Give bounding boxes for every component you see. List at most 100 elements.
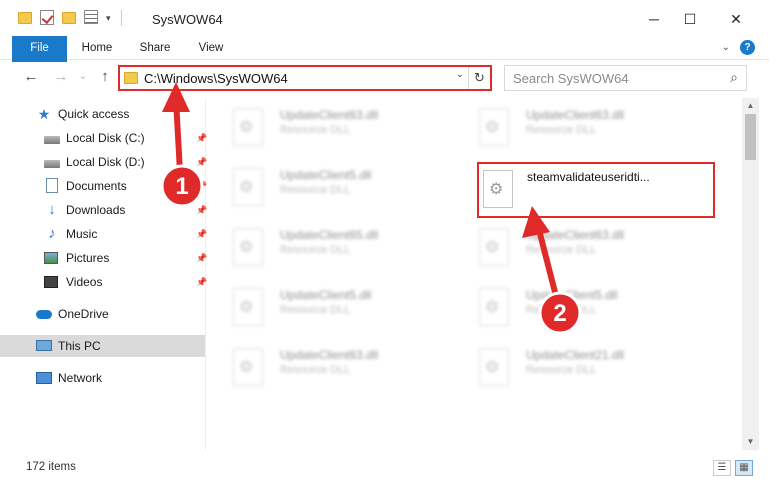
- search-icon[interactable]: ⌕: [730, 69, 738, 86]
- large-icons-view-icon[interactable]: ▦: [735, 460, 753, 476]
- pin-icon[interactable]: 📌: [196, 247, 207, 269]
- sidebar-item-label: OneDrive: [58, 307, 109, 321]
- onedrive-icon: [36, 306, 52, 322]
- pin-icon[interactable]: 📌: [196, 151, 207, 173]
- sidebar-item-pictures[interactable]: Pictures 📌: [0, 247, 207, 269]
- file-name: UpdateClient5.dll: [526, 288, 618, 302]
- music-icon: ♪: [48, 225, 56, 242]
- file-type: Resource DLL: [280, 124, 351, 136]
- sidebar-item-network[interactable]: Network: [0, 367, 206, 389]
- address-path[interactable]: C:\Windows\SysWOW64: [144, 71, 288, 86]
- file-name: UpdateClient65.dll: [280, 228, 379, 242]
- dll-file-icon: [483, 170, 513, 208]
- file-item[interactable]: UpdateClient63.dll Resource DLL: [207, 342, 437, 392]
- pin-icon[interactable]: 📌: [196, 223, 207, 245]
- disk-icon: [44, 154, 60, 170]
- details-view-icon[interactable]: ☰: [713, 460, 731, 476]
- back-button[interactable]: ←: [20, 66, 42, 88]
- navigation-pane: ★ Quick access Local Disk (C:) 📌 Local D…: [0, 98, 207, 450]
- highlighted-file-item[interactable]: steamvalidateuseridti...: [477, 162, 715, 218]
- dll-file-icon: [479, 228, 509, 266]
- pin-icon[interactable]: 📌: [196, 127, 207, 149]
- vertical-scrollbar[interactable]: ▲ ▼: [742, 98, 759, 450]
- pin-icon[interactable]: 📌: [196, 175, 207, 197]
- dll-file-icon: [233, 168, 263, 206]
- pin-icon[interactable]: 📌: [196, 199, 207, 221]
- sidebar-item-videos[interactable]: Videos 📌: [0, 271, 207, 293]
- file-name: UpdateClient63.dll: [280, 108, 379, 122]
- properties-check-icon[interactable]: [40, 10, 56, 26]
- file-item[interactable]: UpdateClient65.dll Resource DLL: [207, 222, 437, 272]
- sidebar-item-onedrive[interactable]: OneDrive: [0, 303, 206, 325]
- title-bar: ▾ SysWOW64 ─ ☐ ✕: [0, 0, 769, 38]
- file-name: UpdateClient21.dll: [526, 348, 625, 362]
- folder-icon[interactable]: [18, 10, 34, 26]
- scroll-up-icon[interactable]: ▲: [742, 98, 759, 114]
- close-button[interactable]: ✕: [713, 0, 759, 38]
- refresh-icon[interactable]: ↻: [468, 67, 490, 89]
- tab-share[interactable]: Share: [130, 36, 180, 60]
- dll-file-icon: [233, 288, 263, 326]
- status-bar: 172 items ☰ ▦: [0, 458, 769, 480]
- tab-view[interactable]: View: [186, 36, 236, 60]
- sidebar-item-music[interactable]: ♪ Music 📌: [0, 223, 207, 245]
- folder-icon: [124, 72, 138, 84]
- file-item[interactable]: UpdateClient21.dll Resource DLL: [453, 342, 683, 392]
- file-name: UpdateClient63.dll: [526, 108, 625, 122]
- file-item[interactable]: UpdateClient5.dll Resource DLL: [453, 282, 683, 332]
- dll-file-icon: [479, 348, 509, 386]
- file-type: Resource DLL: [280, 244, 351, 256]
- address-bar[interactable]: C:\Windows\SysWOW64 ⌄ ↻: [118, 65, 492, 91]
- this-pc-icon: [36, 338, 52, 354]
- sidebar-item-local-disk-d[interactable]: Local Disk (D:) 📌: [0, 151, 207, 173]
- scroll-down-icon[interactable]: ▼: [742, 434, 759, 450]
- file-name: UpdateClient5.dll: [280, 288, 372, 302]
- sidebar-item-label: Local Disk (D:): [66, 155, 145, 169]
- sidebar-item-label: This PC: [58, 339, 101, 353]
- sidebar-item-local-disk-c[interactable]: Local Disk (C:) 📌: [0, 127, 207, 149]
- help-icon[interactable]: ?: [740, 40, 755, 55]
- tab-home[interactable]: Home: [72, 36, 122, 60]
- up-button[interactable]: ↑: [94, 66, 116, 88]
- pictures-icon: [44, 250, 60, 266]
- maximize-button[interactable]: ☐: [667, 0, 713, 38]
- search-input[interactable]: Search SysWOW64: [513, 71, 629, 86]
- sidebar-item-downloads[interactable]: ↓ Downloads 📌: [0, 199, 207, 221]
- scrollbar-thumb[interactable]: [745, 114, 756, 160]
- star-icon: ★: [37, 106, 51, 122]
- address-dropdown-icon[interactable]: ⌄: [456, 69, 464, 80]
- file-type: Resource DLL: [526, 304, 597, 316]
- customize-caret-icon[interactable]: ▾: [106, 13, 111, 24]
- sidebar-item-label: Pictures: [66, 251, 110, 265]
- sidebar-item-documents[interactable]: Documents 📌: [0, 175, 207, 197]
- search-box[interactable]: Search SysWOW64 ⌕: [504, 65, 747, 91]
- file-type: Resource DLL: [526, 124, 597, 136]
- file-type: Resource DLL: [280, 364, 351, 376]
- file-name: UpdateClient5.dll: [280, 168, 372, 182]
- pin-icon[interactable]: 📌: [196, 271, 207, 293]
- file-type: Resource DLL: [280, 184, 351, 196]
- file-item[interactable]: UpdateClient63.dll Resource DLL: [453, 222, 683, 272]
- new-folder-icon[interactable]: [62, 10, 78, 26]
- sidebar-item-label: Videos: [66, 275, 103, 289]
- recent-locations-icon[interactable]: ⌄: [72, 66, 94, 88]
- file-item[interactable]: UpdateClient63.dll Resource DLL: [207, 102, 437, 152]
- file-item[interactable]: UpdateClient5.dll Resource DLL: [207, 282, 437, 332]
- file-item[interactable]: UpdateClient5.dll Resource DLL: [207, 162, 437, 212]
- dll-file-icon: [233, 228, 263, 266]
- file-item[interactable]: UpdateClient63.dll Resource DLL: [453, 102, 683, 152]
- sidebar-item-quick-access[interactable]: ★ Quick access: [0, 103, 206, 125]
- dll-file-icon: [233, 108, 263, 146]
- ribbon: File Home Share View ⌄ ?: [0, 36, 769, 86]
- expand-ribbon-icon[interactable]: ⌄: [722, 42, 730, 53]
- sidebar-item-this-pc[interactable]: This PC: [0, 335, 205, 357]
- navigation-bar: ← → ⌄ ↑ C:\Windows\SysWOW64 ⌄ ↻ Search S…: [0, 62, 769, 94]
- forward-button[interactable]: →: [50, 66, 72, 88]
- file-type: Resource DLL: [526, 364, 597, 376]
- sidebar-item-label: Quick access: [58, 107, 130, 121]
- dll-file-icon: [479, 108, 509, 146]
- sidebar-item-label: Documents: [66, 179, 127, 193]
- properties-icon[interactable]: [84, 10, 100, 26]
- sidebar-item-label: Local Disk (C:): [66, 131, 145, 145]
- file-name: UpdateClient63.dll: [280, 348, 379, 362]
